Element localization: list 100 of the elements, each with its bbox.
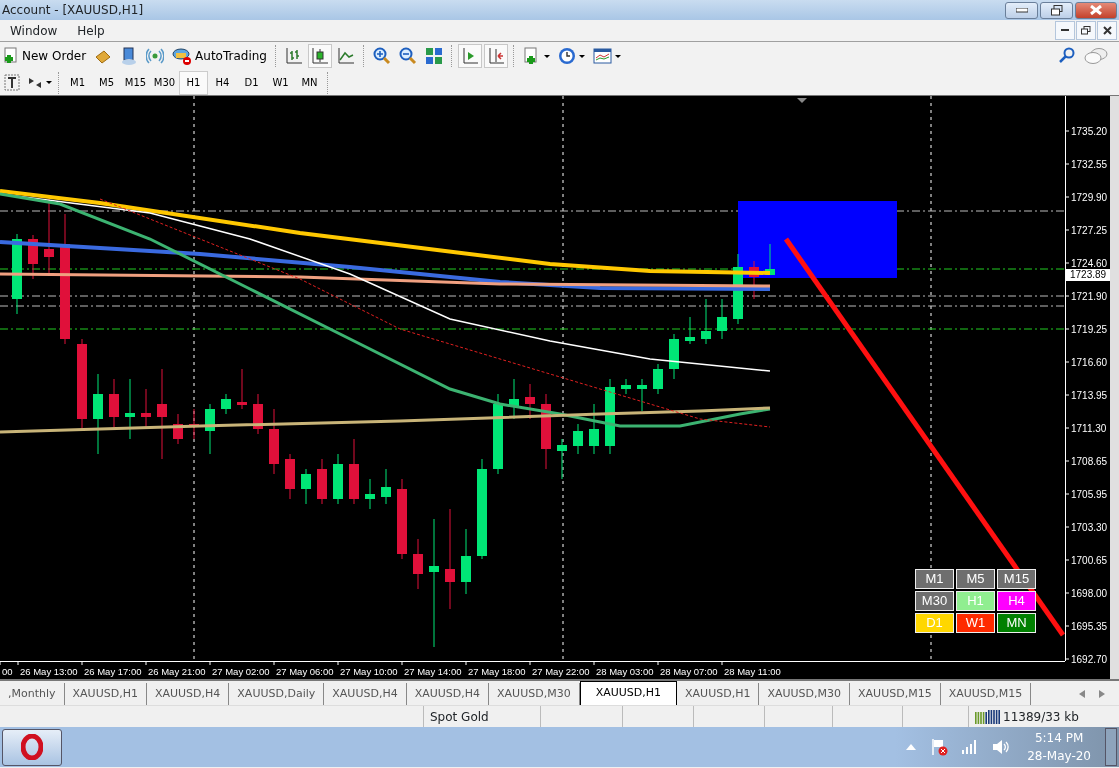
menu-item[interactable]: Window xyxy=(0,21,68,40)
ring-icon xyxy=(21,734,43,760)
show-desktop-button[interactable] xyxy=(1105,728,1117,766)
price-label: 1724.60 xyxy=(1071,258,1108,269)
candle xyxy=(589,403,599,455)
speaker-icon[interactable] xyxy=(992,739,1011,755)
document-plus-icon xyxy=(3,47,19,65)
time-label: 26 May 17:00 xyxy=(84,666,142,677)
candle xyxy=(221,393,231,415)
clock-icon xyxy=(558,47,576,65)
caret-icon xyxy=(579,54,585,58)
timeframe-button[interactable]: M15 xyxy=(121,70,150,95)
candle xyxy=(173,413,183,445)
close-icon xyxy=(1090,5,1102,15)
timeframe-button[interactable]: W1 xyxy=(266,70,295,95)
scrollbar[interactable] xyxy=(1110,96,1119,679)
current-price-label: 1723.89 xyxy=(1066,269,1110,281)
close-button[interactable] xyxy=(1097,21,1117,40)
chart-scroll-button[interactable] xyxy=(484,44,508,68)
bar-chart-icon xyxy=(285,47,303,65)
minimize-icon xyxy=(1061,29,1069,32)
candle xyxy=(285,453,295,500)
candle xyxy=(733,253,743,325)
restore-icon xyxy=(1081,26,1091,35)
candle xyxy=(333,453,343,505)
price-label: 1732.55 xyxy=(1071,159,1108,170)
price-label: 1719.25 xyxy=(1071,324,1108,335)
candle xyxy=(461,528,471,595)
period-button[interactable]: M5 xyxy=(956,569,995,589)
price-label: 1705.95 xyxy=(1071,489,1108,500)
taskbar-app-button[interactable] xyxy=(2,728,62,766)
chart-tab[interactable]: XAUUSD,H1 xyxy=(579,681,678,705)
period-button[interactable]: W1 xyxy=(956,613,995,633)
time-label: 26 May 13:00 xyxy=(20,666,78,677)
zoom-out-icon xyxy=(399,47,417,65)
timeframe-button[interactable]: H4 xyxy=(208,70,237,95)
profile-name: Spot Gold xyxy=(430,708,489,726)
time-label: 27 May 10:00 xyxy=(340,666,398,677)
candle xyxy=(125,378,135,440)
candle xyxy=(413,538,423,590)
time-label: 00 xyxy=(2,666,13,677)
chart-type-button[interactable] xyxy=(308,44,332,68)
chart-scroll-button[interactable] xyxy=(458,44,482,68)
scroll-right-icon[interactable] xyxy=(1099,690,1105,698)
candle xyxy=(317,458,327,505)
candle xyxy=(765,243,775,275)
restore-button[interactable] xyxy=(1076,21,1096,40)
minimize-button[interactable] xyxy=(1055,21,1075,40)
candle xyxy=(381,468,391,505)
price-label: 1727.25 xyxy=(1071,225,1108,236)
candle xyxy=(637,378,647,412)
robot-head-icon xyxy=(172,47,193,65)
candle xyxy=(365,478,375,510)
timeframe-button[interactable]: M30 xyxy=(150,70,179,95)
timeframe-button[interactable]: D1 xyxy=(237,70,266,95)
price-label: 1708.65 xyxy=(1071,456,1108,467)
candle xyxy=(189,408,199,440)
timeframe-button[interactable]: M1 xyxy=(63,70,92,95)
line-chart-icon xyxy=(337,47,355,65)
price-label: 1716.60 xyxy=(1071,357,1108,368)
period-button[interactable]: MN xyxy=(997,613,1036,633)
candle xyxy=(749,260,759,300)
auto-trading-button[interactable]: AutoTrading xyxy=(169,44,270,68)
new-order-button[interactable]: New Order xyxy=(0,44,90,68)
candle xyxy=(349,438,359,505)
candle xyxy=(509,378,519,420)
timeframe-button[interactable]: H1 xyxy=(179,70,208,95)
price-label: 1692.70 xyxy=(1071,654,1108,665)
flag-icon[interactable] xyxy=(930,738,949,756)
candle xyxy=(717,298,727,340)
period-button[interactable]: M1 xyxy=(915,569,954,589)
period-button[interactable]: M15 xyxy=(997,569,1036,589)
timeframe-button[interactable]: M5 xyxy=(92,70,121,95)
candle xyxy=(109,378,119,430)
scroll-left-icon[interactable] xyxy=(1079,690,1085,698)
time-label: 27 May 22:00 xyxy=(532,666,590,677)
time-label: 28 May 03:00 xyxy=(596,666,654,677)
period-button[interactable]: M30 xyxy=(915,591,954,611)
candle xyxy=(237,368,247,410)
close-button[interactable] xyxy=(1075,1,1117,19)
menu-item[interactable]: Help xyxy=(67,21,115,40)
price-label: 1700.65 xyxy=(1071,555,1108,566)
candlestick-icon xyxy=(311,47,329,65)
timeframe-button[interactable]: MN xyxy=(295,70,324,95)
minimize-icon xyxy=(1015,7,1028,13)
time-label: 28 May 11:00 xyxy=(724,666,781,677)
price-label: 1711.30 xyxy=(1071,423,1107,434)
restore-button[interactable] xyxy=(1040,1,1073,19)
candle xyxy=(669,333,679,380)
speech-bubbles-icon xyxy=(1084,47,1108,65)
restore-icon xyxy=(1050,4,1063,16)
text-tool-icon xyxy=(4,74,20,91)
time-label: 27 May 06:00 xyxy=(276,666,334,677)
candle xyxy=(557,438,567,480)
candle xyxy=(28,234,38,280)
zoom-in-icon xyxy=(373,47,391,65)
price-label: 1698.00 xyxy=(1071,588,1108,599)
time-label: 26 May 21:00 xyxy=(148,666,206,677)
price-label: 1703.30 xyxy=(1071,522,1108,533)
candle xyxy=(573,423,583,455)
